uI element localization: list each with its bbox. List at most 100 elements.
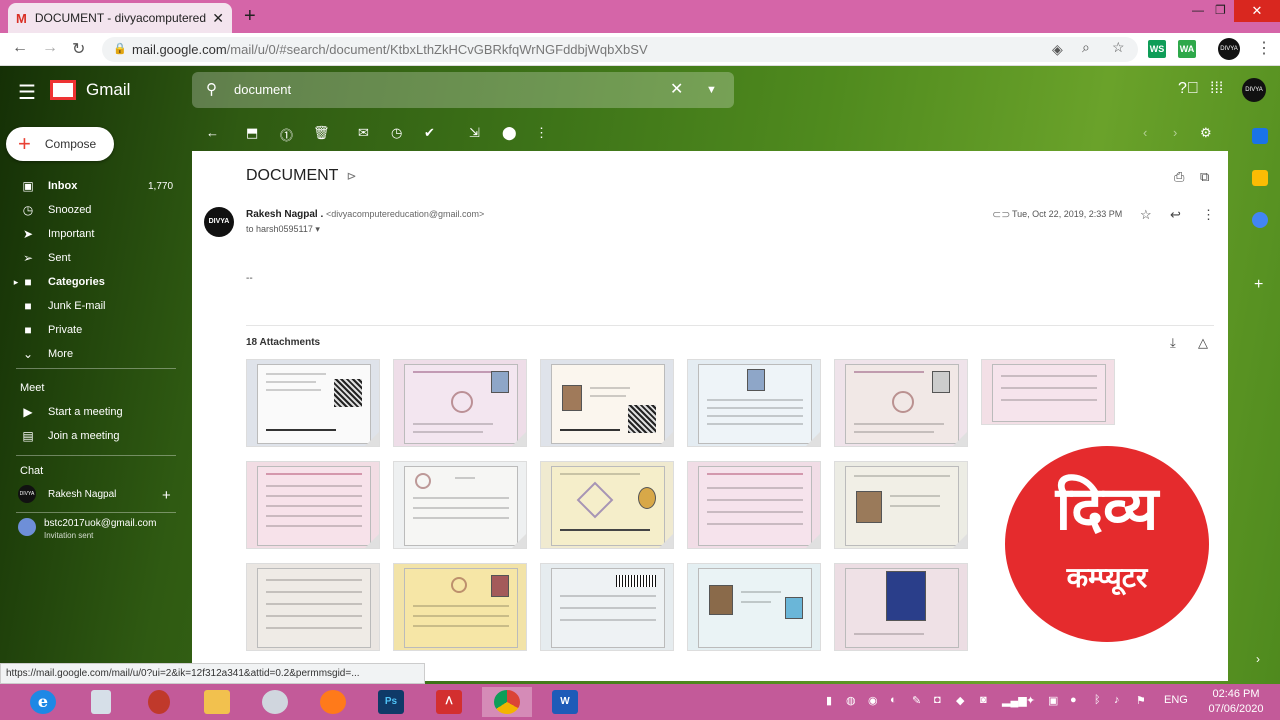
compose-button[interactable]: + Compose: [6, 127, 114, 161]
attachment-thumbnail[interactable]: [834, 461, 968, 549]
attachment-thumbnail[interactable]: [393, 563, 527, 651]
profile-avatar[interactable]: DIVYA: [1218, 38, 1240, 60]
calendar-icon[interactable]: [1252, 128, 1268, 144]
taskbar-calculator[interactable]: [76, 687, 126, 717]
save-to-drive-icon[interactable]: △: [1198, 335, 1208, 351]
nav-private[interactable]: ■ Private: [0, 319, 190, 341]
attachment-thumbnail[interactable]: [687, 461, 821, 549]
language-indicator[interactable]: ENG: [1164, 694, 1188, 706]
attachment-thumbnail[interactable]: [246, 359, 380, 447]
nav-more[interactable]: ⌄ More: [0, 343, 190, 365]
attachment-thumbnail[interactable]: [246, 563, 380, 651]
zoom-icon[interactable]: ⌕: [1082, 39, 1090, 56]
tab-close-icon[interactable]: ✕: [212, 10, 224, 27]
download-all-icon[interactable]: ⤓: [1170, 335, 1176, 351]
taskbar-chrome[interactable]: [482, 687, 532, 717]
extension-wa-icon[interactable]: WA: [1178, 40, 1196, 58]
chat-user[interactable]: DIVYA Rakesh Nagpal: [18, 485, 116, 503]
window-close-icon[interactable]: ✕: [1234, 0, 1280, 22]
attachment-thumbnail[interactable]: [687, 359, 821, 447]
url-field[interactable]: 🔒 mail.google.com/mail/u/0/#search/docum…: [102, 37, 1138, 62]
nav-junk[interactable]: ■ Junk E-mail: [0, 295, 190, 317]
main-menu-icon[interactable]: ☰: [18, 80, 36, 105]
keep-icon[interactable]: [1252, 170, 1268, 186]
expand-panel-icon[interactable]: ›: [1256, 652, 1260, 666]
more-options-icon[interactable]: ⋮: [535, 125, 548, 141]
tray-signal-icon[interactable]: ▂▄▆: [1002, 694, 1027, 707]
details-dropdown-icon[interactable]: ▾: [315, 224, 320, 234]
tray-battery-icon[interactable]: ▮: [826, 694, 832, 707]
open-new-window-icon[interactable]: ⧉: [1200, 169, 1209, 185]
apps-grid-icon[interactable]: ⁞⁞⁞: [1210, 80, 1223, 98]
nav-important[interactable]: ➤ Important: [0, 223, 190, 245]
tray-app-icon[interactable]: ◘: [934, 694, 941, 706]
snooze-icon[interactable]: ◷: [391, 125, 402, 141]
extension-ws-icon[interactable]: WS: [1148, 40, 1166, 58]
older-icon[interactable]: ›: [1173, 125, 1177, 140]
report-spam-icon[interactable]: ⓵: [280, 125, 293, 144]
attachment-thumbnail[interactable]: [540, 359, 674, 447]
new-chat-plus-icon[interactable]: +: [162, 487, 171, 504]
taskbar-ie[interactable]: e: [18, 687, 68, 717]
tray-app-icon[interactable]: ▣: [1048, 694, 1058, 707]
attachment-thumbnail[interactable]: [540, 563, 674, 651]
label-icon[interactable]: ⬤: [502, 125, 517, 141]
reload-icon[interactable]: ↻: [72, 39, 85, 59]
attachment-thumbnail[interactable]: [393, 359, 527, 447]
tray-app-icon[interactable]: ✦: [1026, 694, 1035, 707]
attachment-thumbnail[interactable]: [834, 563, 968, 651]
add-task-icon[interactable]: ✔: [424, 125, 435, 141]
settings-gear-icon[interactable]: ⚙: [1200, 125, 1212, 141]
chat-invite[interactable]: bstc2017uok@gmail.com Invitation sent: [18, 518, 156, 540]
browser-menu-icon[interactable]: ⋮: [1256, 38, 1272, 58]
account-avatar[interactable]: DIVYA: [1242, 78, 1266, 102]
taskbar-word[interactable]: W: [540, 687, 590, 717]
attachment-thumbnail[interactable]: [687, 563, 821, 651]
new-tab-icon[interactable]: +: [244, 5, 256, 28]
taskbar-firefox[interactable]: [308, 687, 358, 717]
reply-icon[interactable]: ↩: [1170, 207, 1181, 223]
eye-icon[interactable]: ◈: [1052, 41, 1063, 58]
taskbar-media[interactable]: [250, 687, 300, 717]
attachment-thumbnail[interactable]: [246, 461, 380, 549]
nav-sent[interactable]: ➢ Sent: [0, 247, 190, 269]
restore-icon[interactable]: ❐: [1215, 3, 1226, 17]
print-icon[interactable]: ⎙: [1174, 169, 1184, 185]
gmail-logo[interactable]: Gmail: [50, 80, 130, 100]
nav-snoozed[interactable]: ◷ Snoozed: [0, 199, 190, 221]
search-input[interactable]: ⚲ document ✕ ▼: [192, 72, 734, 108]
archive-icon[interactable]: ⬒: [246, 125, 258, 141]
more-actions-icon[interactable]: ⋮: [1202, 207, 1215, 223]
star-icon[interactable]: ☆: [1140, 207, 1152, 223]
newer-icon[interactable]: ‹: [1143, 125, 1147, 140]
tray-app-icon[interactable]: ◆: [956, 694, 964, 707]
move-to-icon[interactable]: ⇲: [469, 125, 480, 141]
tray-app-icon[interactable]: ◐: [890, 694, 897, 706]
tray-app-icon[interactable]: ●: [1070, 694, 1077, 706]
clear-search-icon[interactable]: ✕: [670, 72, 683, 108]
taskbar-acrobat[interactable]: ᐱ: [424, 687, 474, 717]
delete-icon[interactable]: 🗑: [313, 125, 330, 141]
tray-app-icon[interactable]: ✎: [912, 694, 921, 707]
help-icon[interactable]: ?⃝: [1178, 80, 1199, 98]
forward-icon[interactable]: →: [42, 39, 58, 57]
bluetooth-icon[interactable]: ᛒ: [1094, 694, 1101, 706]
bookmark-star-icon[interactable]: ☆: [1112, 39, 1125, 56]
attachment-thumbnail[interactable]: [981, 359, 1115, 425]
start-meeting-button[interactable]: ▶ Start a meeting: [0, 401, 190, 423]
nav-inbox[interactable]: ▣ Inbox 1,770: [0, 175, 190, 197]
minimize-icon[interactable]: —: [1192, 3, 1204, 17]
search-options-icon[interactable]: ▼: [706, 72, 717, 108]
system-clock[interactable]: 02:46 PM 07/06/2020: [1198, 687, 1274, 717]
taskbar-snipping-tool[interactable]: [134, 687, 184, 717]
recipient-line[interactable]: to harsh0595117 ▾: [246, 224, 320, 235]
get-addons-plus-icon[interactable]: +: [1254, 276, 1263, 294]
back-icon[interactable]: ←: [12, 39, 28, 57]
join-meeting-button[interactable]: ▤ Join a meeting: [0, 425, 190, 447]
nav-categories[interactable]: ▸ ■ Categories: [0, 271, 190, 293]
taskbar-file-explorer[interactable]: [192, 687, 242, 717]
attachment-thumbnail[interactable]: [834, 359, 968, 447]
back-to-search-icon[interactable]: ←: [206, 125, 219, 140]
importance-marker-icon[interactable]: ⊳: [346, 169, 356, 183]
sender-name[interactable]: Rakesh Nagpal .: [246, 209, 323, 220]
